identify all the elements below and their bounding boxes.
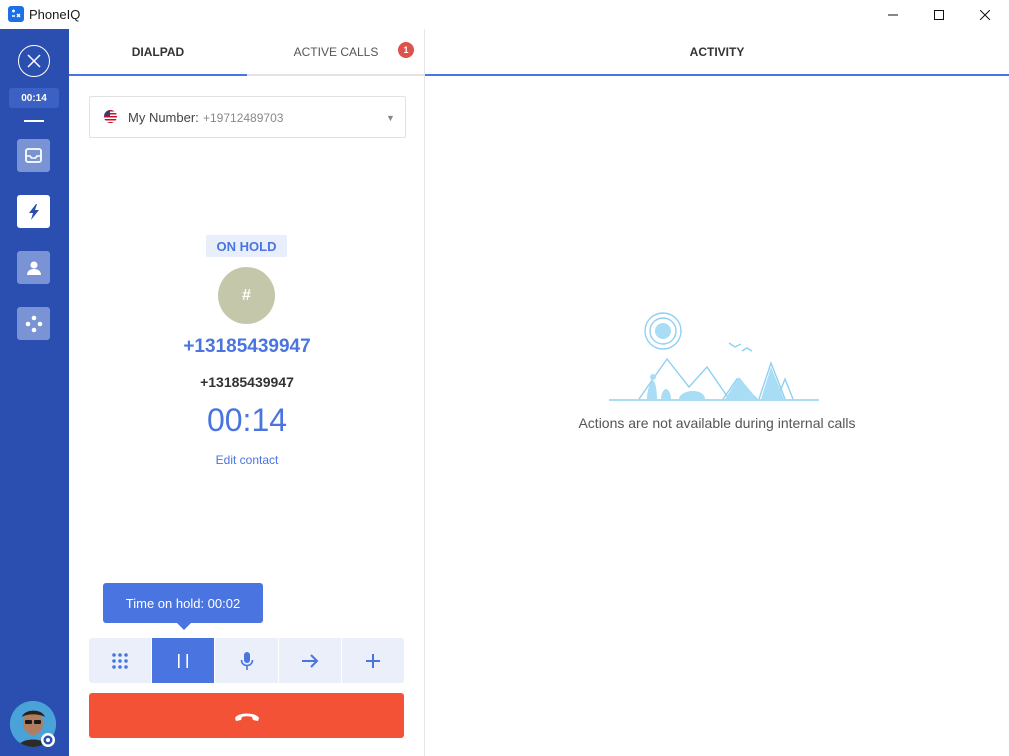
plus-icon bbox=[365, 653, 380, 668]
caller-number-secondary: +13185439947 bbox=[200, 374, 294, 390]
inbox-icon[interactable] bbox=[17, 139, 50, 172]
call-controls bbox=[89, 638, 404, 683]
integrations-icon[interactable] bbox=[17, 307, 50, 340]
hold-button[interactable] bbox=[152, 638, 216, 683]
us-flag-icon bbox=[104, 110, 117, 123]
transfer-button[interactable] bbox=[279, 638, 342, 683]
close-window-button[interactable] bbox=[962, 0, 1008, 29]
caller-number-primary: +13185439947 bbox=[183, 336, 311, 357]
my-number-value: +19712489703 bbox=[203, 111, 284, 125]
minimize-button[interactable] bbox=[870, 0, 916, 29]
maximize-button[interactable] bbox=[916, 0, 962, 29]
edit-contact-link[interactable]: Edit contact bbox=[69, 453, 425, 467]
camping-illustration-icon bbox=[609, 312, 819, 401]
keypad-icon bbox=[112, 652, 128, 669]
left-rail: 00:14 bbox=[0, 29, 69, 756]
chevron-down-icon: ▼ bbox=[386, 113, 395, 123]
mute-button[interactable] bbox=[215, 638, 279, 683]
caller-avatar: # bbox=[218, 267, 275, 324]
rail-divider bbox=[24, 120, 44, 122]
settings-gear-icon[interactable] bbox=[40, 732, 56, 748]
rail-call-timer: 00:14 bbox=[9, 88, 59, 108]
close-icon[interactable] bbox=[18, 45, 50, 77]
microphone-icon bbox=[240, 651, 253, 670]
pause-icon bbox=[178, 653, 189, 668]
app-title: PhoneIQ bbox=[29, 7, 81, 22]
tab-activity[interactable]: ACTIVITY bbox=[425, 29, 1009, 76]
activity-panel: ACTIVITY Actions are not available durin… bbox=[425, 29, 1009, 756]
hangup-phone-icon bbox=[234, 713, 259, 721]
call-timer: 00:14 bbox=[206, 402, 288, 438]
my-number-select[interactable]: My Number: +19712489703 ▼ bbox=[89, 96, 406, 138]
hangup-button[interactable] bbox=[89, 693, 404, 738]
keypad-button[interactable] bbox=[89, 638, 153, 683]
my-number-label: My Number: bbox=[128, 110, 199, 125]
status-badge: ON HOLD bbox=[206, 235, 287, 257]
title-bar: PhoneIQ bbox=[0, 0, 1009, 29]
contact-icon[interactable] bbox=[17, 251, 50, 284]
activity-empty-message: Actions are not available during interna… bbox=[578, 415, 856, 431]
dialpad-panel: DIALPAD ACTIVE CALLS 1 My Number: +19712… bbox=[69, 29, 425, 756]
tab-dialpad[interactable]: DIALPAD bbox=[69, 29, 247, 76]
arrow-right-icon bbox=[301, 653, 319, 668]
hold-time-tooltip: Time on hold: 00:02 bbox=[103, 583, 263, 630]
add-call-button[interactable] bbox=[342, 638, 404, 683]
lightning-icon[interactable] bbox=[17, 195, 50, 228]
active-calls-badge: 1 bbox=[398, 42, 414, 58]
app-logo-icon bbox=[8, 6, 24, 22]
